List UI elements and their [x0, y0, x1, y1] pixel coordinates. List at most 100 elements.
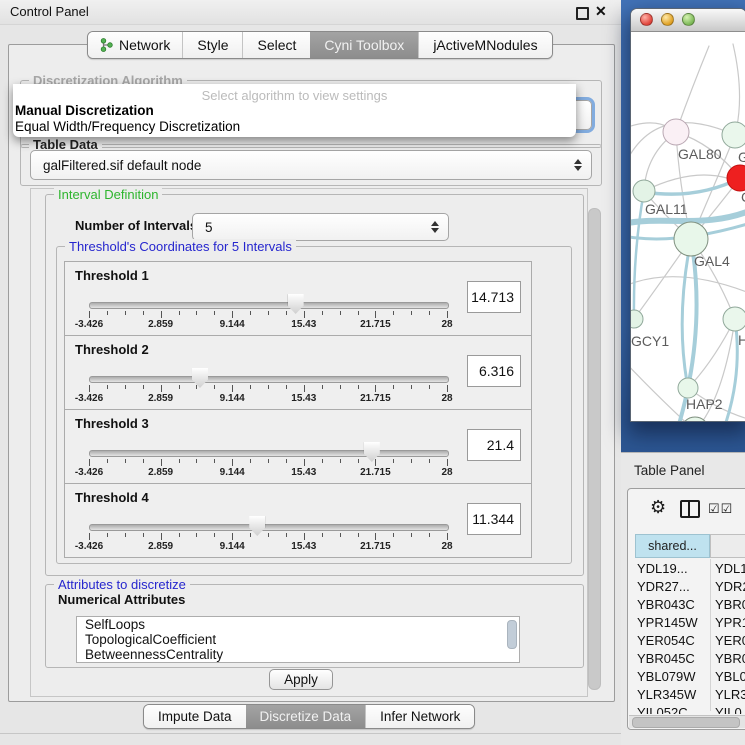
slider-tick: [161, 459, 162, 466]
tab-select[interactable]: Select: [242, 32, 310, 58]
network-node[interactable]: [633, 180, 655, 202]
slider-tick: [429, 311, 430, 315]
slider-tick: [107, 385, 108, 389]
tab-impute-data-label: Impute Data: [158, 709, 232, 724]
slider-tick: [89, 533, 90, 540]
table-row[interactable]: YIL052CYIL0: [635, 703, 745, 714]
slider-tick-label: 9.144: [220, 319, 245, 330]
slider-track[interactable]: [89, 450, 449, 457]
slider-track[interactable]: [89, 302, 449, 309]
slider-tick: [340, 459, 341, 463]
column-header-shared-name[interactable]: shared...: [635, 534, 710, 558]
slider-tick: [214, 533, 215, 537]
slider-tick: [214, 311, 215, 315]
apply-button[interactable]: Apply: [269, 669, 333, 690]
dropdown-option-manual[interactable]: Manual Discretization: [15, 103, 154, 118]
traffic-light-minimize-icon[interactable]: [661, 13, 674, 26]
cell-shared-name: YBR043C: [635, 597, 710, 612]
slider-tick: [358, 311, 359, 315]
column-header-name[interactable]: n: [710, 534, 745, 558]
slider-tick-label: 15.43: [291, 319, 316, 330]
slider-thumb[interactable]: [192, 368, 208, 388]
checkbox-icons[interactable]: ☑☑: [708, 501, 733, 517]
network-node[interactable]: [723, 307, 745, 331]
table-row[interactable]: YDL19...YDL1: [635, 559, 745, 577]
table-row[interactable]: YBL079WYBL0: [635, 667, 745, 685]
slider-track[interactable]: [89, 376, 449, 383]
threshold-value-field[interactable]: 11.344: [467, 503, 521, 535]
split-view-icon[interactable]: [680, 500, 700, 518]
traffic-light-zoom-icon[interactable]: [682, 13, 695, 26]
attribute-list-item[interactable]: SelfLoops: [77, 617, 519, 632]
threshold-value-field[interactable]: 21.4: [467, 429, 521, 461]
traffic-light-close-icon[interactable]: [640, 13, 653, 26]
tab-select-label: Select: [257, 37, 296, 53]
threshold-value-field[interactable]: 6.316: [467, 355, 521, 387]
slider-tick: [375, 385, 376, 392]
network-node[interactable]: [722, 122, 745, 148]
network-node[interactable]: [678, 378, 698, 398]
control-panel-titlebar: Control Panel ✕: [0, 0, 621, 25]
attribute-list-item[interactable]: BetweennessCentrality: [77, 647, 519, 662]
slider-tick: [250, 385, 251, 389]
slider-tick: [340, 385, 341, 389]
panel-vertical-scrollbar[interactable]: [588, 208, 601, 690]
network-icon: [100, 38, 113, 52]
slider-tick: [340, 311, 341, 315]
close-icon[interactable]: ✕: [595, 3, 607, 20]
slider-tick: [250, 311, 251, 315]
slider-thumb[interactable]: [288, 294, 304, 314]
tab-jactivemnodules-label: jActiveMNodules: [433, 37, 537, 53]
network-node[interactable]: [663, 119, 689, 145]
network-node-label: GAL4: [694, 253, 730, 269]
network-node-label: GAL80: [678, 146, 722, 162]
tab-style[interactable]: Style: [182, 32, 242, 58]
table-row[interactable]: YBR043CYBR0: [635, 595, 745, 613]
list-scrollbar[interactable]: [507, 620, 517, 649]
table-row[interactable]: YDR27...YDR2: [635, 577, 745, 595]
network-node[interactable]: [674, 222, 708, 256]
table-panel: Table Panel ⚙ ☑☑ shared... n YDL19...YDL…: [621, 452, 745, 745]
threshold-panel: Threshold 2-3.4262.8599.14415.4321.71528…: [64, 335, 532, 410]
slider-thumb[interactable]: [249, 516, 265, 536]
number-of-intervals-spinner[interactable]: 5: [192, 213, 449, 241]
numerical-attributes-list[interactable]: SelfLoopsTopologicalCoefficientBetweenne…: [76, 616, 520, 663]
scrollbar-thumb[interactable]: [632, 717, 740, 728]
network-window-titlebar[interactable]: [631, 9, 745, 32]
slider-tick: [125, 459, 126, 463]
thresholds-group-label: Threshold's Coordinates for 5 Intervals: [65, 239, 296, 254]
spinner-arrows-icon: [430, 221, 439, 233]
cell-shared-name: YIL052C: [635, 705, 710, 715]
slider-track[interactable]: [89, 524, 449, 531]
table-data-combobox[interactable]: galFiltered.sif default node: [30, 150, 592, 180]
slider-thumb[interactable]: [364, 442, 380, 462]
slider-tick: [429, 459, 430, 463]
slider-tick: [161, 311, 162, 318]
float-window-icon[interactable]: [576, 7, 589, 20]
tab-cyni-toolbox[interactable]: Cyni Toolbox: [310, 32, 418, 58]
dropdown-option-equal-width[interactable]: Equal Width/Frequency Discretization: [15, 119, 240, 134]
slider-tick: [411, 311, 412, 315]
tab-jactivemnodules[interactable]: jActiveMNodules: [418, 32, 551, 58]
attribute-list-item[interactable]: TopologicalCoefficient: [77, 632, 519, 647]
slider-tick: [322, 385, 323, 389]
gear-icon[interactable]: ⚙: [650, 497, 666, 518]
tab-network[interactable]: Network: [88, 32, 182, 58]
tab-impute-data[interactable]: Impute Data: [144, 705, 246, 728]
slider-tick: [125, 385, 126, 389]
table-row[interactable]: YBR045CYBR0: [635, 649, 745, 667]
tab-infer-network[interactable]: Infer Network: [365, 705, 474, 728]
cell-name: YBR0: [710, 651, 745, 666]
cell-name: YBR0: [710, 597, 745, 612]
slider-tick: [393, 311, 394, 315]
network-canvas[interactable]: GAL80GACGAL11GAL4GCY1HHAP2: [631, 32, 745, 422]
table-row[interactable]: YER054CYER0: [635, 631, 745, 649]
table-row[interactable]: YLR345WYLR3: [635, 685, 745, 703]
cell-name: YDL1: [710, 561, 745, 576]
table-row[interactable]: YPR145WYPR1: [635, 613, 745, 631]
table-horizontal-scrollbar[interactable]: [629, 715, 745, 728]
slider-tick: [107, 533, 108, 537]
slider-tick-label: 2.859: [148, 467, 173, 478]
tab-discretize-data[interactable]: Discretize Data: [246, 705, 366, 728]
threshold-value-field[interactable]: 14.713: [467, 281, 521, 313]
